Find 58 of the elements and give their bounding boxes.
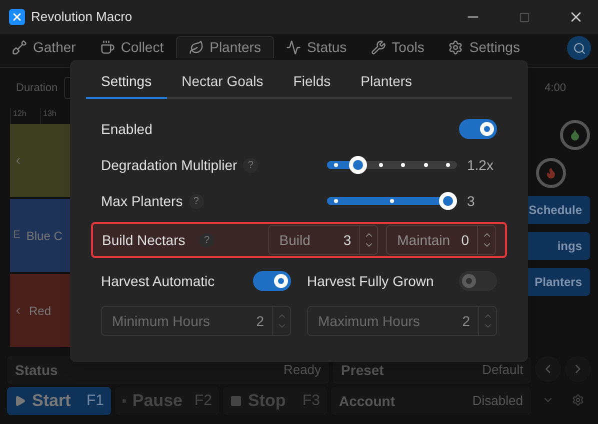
slider-value: 3 — [466, 192, 476, 210]
tick-mark — [334, 163, 338, 167]
duration-label: Duration — [16, 80, 58, 96]
setting-label: Harvest Automatic — [101, 272, 215, 290]
toggle-switch[interactable] — [253, 271, 291, 291]
nav-tab[interactable]: Settings — [436, 36, 532, 58]
dialog-tab[interactable]: Planters — [346, 66, 428, 99]
tick-mark — [390, 199, 394, 203]
setting-label: Enabled — [101, 120, 152, 138]
toggle-switch[interactable] — [459, 271, 497, 291]
tick-mark — [424, 163, 428, 167]
setting-label: Max Planters — [101, 192, 183, 210]
droplet-gauge-icon — [560, 120, 590, 150]
window-title: Revolution Macro — [31, 8, 132, 26]
app-logo-icon — [9, 9, 25, 25]
setting-label: Degradation Multiplier — [101, 156, 238, 175]
setting-label: Harvest Fully Grown — [307, 272, 434, 291]
help-icon[interactable]: ? — [199, 232, 214, 248]
setting-label: Build Nectars — [102, 230, 186, 250]
leaf-icon — [188, 40, 204, 55]
tick-mark — [446, 163, 450, 167]
play-icon — [14, 395, 26, 407]
search-icon — [572, 42, 586, 54]
tick-mark — [334, 199, 338, 203]
settings-icon — [448, 40, 464, 54]
flame-gauge-icon — [536, 158, 566, 188]
nav-tab[interactable]: Tools — [358, 36, 436, 58]
tick-mark — [401, 163, 406, 167]
nav-tab[interactable]: Gather — [0, 36, 88, 58]
search-button[interactable] — [567, 36, 591, 60]
slider-track[interactable] — [327, 156, 457, 174]
pulse-icon — [286, 40, 301, 54]
account-panel: Account Disabled — [331, 387, 531, 415]
nav-tab[interactable]: Status — [274, 36, 359, 58]
toggle-switch[interactable] — [459, 119, 497, 139]
planter-label: Red — [29, 302, 52, 320]
cup-icon — [100, 40, 115, 54]
help-icon[interactable]: ? — [243, 158, 258, 172]
nav-tab[interactable]: Planters — [176, 36, 274, 58]
number-field[interactable]: Maintain 0 — [386, 225, 496, 255]
control-button[interactable]: Start F1 — [7, 387, 111, 415]
time-label: 4:00 — [544, 80, 566, 96]
stop-icon — [230, 395, 242, 407]
wrench-icon — [370, 40, 386, 54]
dialog-tab[interactable]: Fields — [278, 66, 346, 99]
dialog-tab[interactable]: Settings — [86, 66, 167, 99]
slider-thumb[interactable] — [439, 192, 457, 210]
help-icon[interactable]: ? — [188, 194, 204, 208]
row-side-label: E — [13, 228, 20, 244]
slider-track[interactable] — [327, 192, 457, 210]
shovel-icon — [12, 40, 27, 54]
nav-tab[interactable]: Collect — [88, 36, 176, 58]
slider-thumb[interactable] — [349, 156, 368, 174]
dialog-tab[interactable]: Nectar Goals — [166, 66, 278, 99]
slider-value: 1.2x — [466, 156, 494, 174]
number-field[interactable]: Build 3 — [268, 225, 378, 255]
tick-mark — [378, 163, 383, 167]
planter-label: Blue C — [26, 228, 62, 244]
